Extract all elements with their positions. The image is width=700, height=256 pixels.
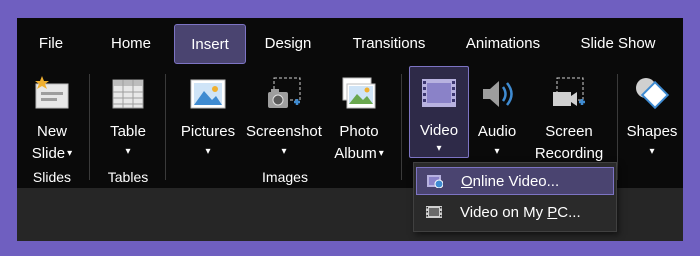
menu-item-video-on-my-pc[interactable]: Video on My PC... (416, 199, 614, 227)
group-divider (165, 74, 166, 180)
photo-album-icon (342, 77, 376, 109)
pictures-label: Pictures (180, 123, 236, 140)
group-label-tables: Tables (107, 169, 149, 185)
video-label: Video (419, 122, 459, 139)
photo-album-label-2: Album ▾ (323, 144, 395, 164)
video-dropdown-menu: Online Video... Video on My PC... (413, 162, 617, 232)
online-video-label: Online Video... (461, 173, 560, 190)
video-on-my-pc-label: Video on My PC... (460, 204, 581, 221)
screen-recording-button[interactable]: Screen Recording (525, 70, 613, 168)
new-slide-label-1: New (36, 123, 67, 140)
tab-transitions[interactable]: Transitions (341, 24, 437, 64)
screen-recording-icon (553, 77, 585, 106)
table-button[interactable]: Table ▾ (95, 70, 161, 168)
table-icon (112, 79, 144, 109)
group-label-images: Images (262, 169, 308, 185)
chevron-down-icon: ▾ (281, 146, 287, 157)
group-label-slides: Slides (32, 169, 72, 185)
audio-label: Audio (477, 123, 517, 140)
powerpoint-window: File Home Insert Design Transitions Anim… (17, 18, 683, 241)
tab-animations[interactable]: Animations (456, 24, 550, 64)
group-divider (89, 74, 90, 180)
chevron-down-icon: ▾ (125, 146, 131, 157)
tab-slide-show[interactable]: Slide Show (570, 24, 666, 64)
tab-home[interactable]: Home (99, 24, 163, 64)
new-slide-icon (35, 76, 69, 109)
video-button[interactable]: Video ▾ (409, 66, 469, 158)
screenshot-button[interactable]: Screenshot ▾ (243, 70, 325, 168)
group-divider (401, 74, 402, 180)
video-icon (422, 79, 456, 107)
new-slide-label-2: Slide ▾ (19, 144, 85, 164)
menu-item-online-video[interactable]: Online Video... (416, 167, 614, 195)
shapes-button[interactable]: Shapes ▾ (621, 70, 683, 168)
screen-recording-label-2: Recording (534, 145, 604, 162)
photo-album-label-1: Photo (339, 123, 379, 140)
ribbon-tab-bar: File Home Insert Design Transitions Anim… (17, 18, 683, 66)
chevron-down-icon: ▾ (378, 148, 384, 160)
tab-file[interactable]: File (25, 24, 77, 64)
photo-album-button[interactable]: Photo Album ▾ (323, 70, 395, 168)
audio-icon (483, 81, 513, 107)
audio-button[interactable]: Audio ▾ (471, 70, 523, 168)
screen-recording-label-1: Screen (545, 123, 593, 140)
new-slide-button[interactable]: New Slide ▾ (19, 70, 85, 168)
shapes-icon (636, 78, 670, 110)
chevron-down-icon: ▾ (67, 148, 73, 160)
pictures-button[interactable]: Pictures ▾ (175, 70, 241, 168)
group-divider (617, 74, 618, 180)
tab-design[interactable]: Design (255, 24, 321, 64)
screenshot-icon (268, 77, 301, 108)
chevron-down-icon: ▾ (494, 146, 500, 157)
table-label: Table (110, 123, 146, 140)
video-file-icon (426, 206, 442, 218)
pictures-icon (190, 79, 226, 109)
screenshot-label: Screenshot (246, 123, 322, 140)
chevron-down-icon: ▾ (649, 146, 655, 157)
chevron-down-icon: ▾ (436, 143, 442, 154)
online-video-icon (427, 175, 443, 188)
shapes-label: Shapes (626, 123, 678, 140)
chevron-down-icon: ▾ (205, 146, 211, 157)
tab-insert[interactable]: Insert (174, 24, 246, 64)
